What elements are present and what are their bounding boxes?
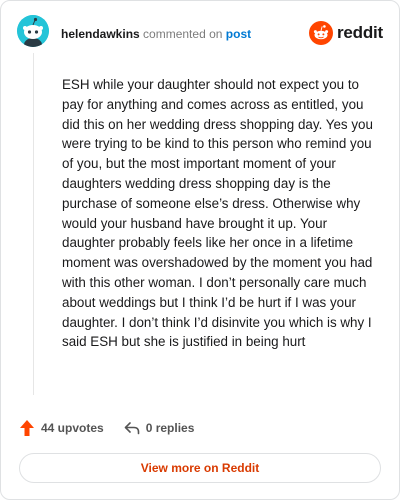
upvote-button[interactable]: 44 upvotes xyxy=(19,419,104,437)
view-more-button[interactable]: View more on Reddit xyxy=(19,453,381,483)
comment-card: helendawkins commented on post reddit ES… xyxy=(0,0,400,500)
reply-count: 0 replies xyxy=(145,421,195,435)
reddit-logo-icon xyxy=(308,21,333,45)
action-text: commented on xyxy=(143,27,223,41)
username[interactable]: helendawkins xyxy=(61,27,140,41)
reply-icon xyxy=(124,422,140,435)
comment-text: ESH while your daughter should not expec… xyxy=(62,77,373,350)
comment-actions: 44 upvotes 0 replies xyxy=(19,419,214,437)
reply-button[interactable]: 0 replies xyxy=(124,421,195,435)
brand-wordmark: reddit xyxy=(336,23,383,42)
snoo-avatar-icon xyxy=(17,15,49,47)
upvote-arrow-icon xyxy=(20,420,34,436)
thread-line xyxy=(33,53,34,395)
author-line: helendawkins commented on post xyxy=(61,26,251,42)
upvote-count: 44 upvotes xyxy=(41,421,104,435)
reddit-brand[interactable]: reddit xyxy=(308,21,383,45)
post-link[interactable]: post xyxy=(226,27,251,41)
avatar[interactable] xyxy=(17,15,49,47)
